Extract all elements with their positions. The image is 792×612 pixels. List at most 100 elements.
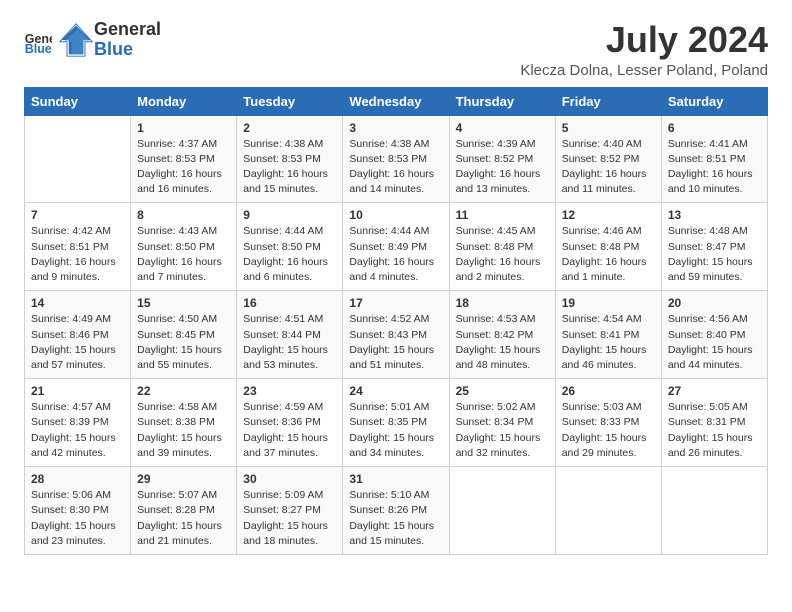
calendar-cell: 11 Sunrise: 4:45 AM Sunset: 8:48 PM Dayli…	[449, 203, 555, 291]
calendar-header: SundayMondayTuesdayWednesdayThursdayFrid…	[25, 87, 768, 115]
cell-info: Sunrise: 4:39 AM Sunset: 8:52 PM Dayligh…	[456, 137, 549, 198]
header-row: SundayMondayTuesdayWednesdayThursdayFrid…	[25, 87, 768, 115]
day-number: 4	[456, 121, 549, 135]
day-number: 31	[349, 472, 442, 486]
day-number: 8	[137, 208, 230, 222]
week-row-2: 14Sunrise: 4:49 AM Sunset: 8:46 PM Dayli…	[25, 291, 768, 379]
week-row-3: 21 Sunrise: 4:57 AM Sunset: 8:39 PM Dayli…	[25, 379, 768, 467]
calendar-cell: 31 Sunrise: 5:10 AM Sunset: 8:26 PM Dayli…	[343, 467, 449, 555]
calendar-cell: 21 Sunrise: 4:57 AM Sunset: 8:39 PM Dayli…	[25, 379, 131, 467]
calendar-body: 1 Sunrise: 4:37 AM Sunset: 8:53 PM Daylig…	[25, 115, 768, 554]
cell-info: Sunrise: 4:41 AM Sunset: 8:51 PM Dayligh…	[668, 137, 761, 198]
cell-info: Sunrise: 4:44 AM Sunset: 8:50 PM Dayligh…	[243, 224, 336, 285]
calendar-cell: 6Sunrise: 4:41 AM Sunset: 8:51 PM Daylig…	[661, 115, 767, 203]
cell-info: Sunrise: 5:06 AM Sunset: 8:30 PM Dayligh…	[31, 488, 124, 549]
calendar-table: SundayMondayTuesdayWednesdayThursdayFrid…	[24, 87, 768, 555]
calendar-cell: 2Sunrise: 4:38 AM Sunset: 8:53 PM Daylig…	[237, 115, 343, 203]
day-number: 29	[137, 472, 230, 486]
calendar-cell: 12 Sunrise: 4:46 AM Sunset: 8:48 PM Dayli…	[555, 203, 661, 291]
calendar-cell: 19Sunrise: 4:54 AM Sunset: 8:41 PM Dayli…	[555, 291, 661, 379]
day-number: 15	[137, 296, 230, 310]
day-number: 20	[668, 296, 761, 310]
header: General Blue General Blue July 2024 Klec…	[24, 20, 768, 79]
calendar-cell: 18 Sunrise: 4:53 AM Sunset: 8:42 PM Dayli…	[449, 291, 555, 379]
day-number: 16	[243, 296, 336, 310]
calendar-cell: 20 Sunrise: 4:56 AM Sunset: 8:40 PM Dayli…	[661, 291, 767, 379]
day-number: 1	[137, 121, 230, 135]
calendar-cell: 3 Sunrise: 4:38 AM Sunset: 8:53 PM Daylig…	[343, 115, 449, 203]
cell-info: Sunrise: 4:46 AM Sunset: 8:48 PM Dayligh…	[562, 224, 655, 285]
day-number: 5	[562, 121, 655, 135]
calendar-cell: 25Sunrise: 5:02 AM Sunset: 8:34 PM Dayli…	[449, 379, 555, 467]
calendar-cell: 8 Sunrise: 4:43 AM Sunset: 8:50 PM Daylig…	[131, 203, 237, 291]
calendar-cell: 23 Sunrise: 4:59 AM Sunset: 8:36 PM Dayli…	[237, 379, 343, 467]
calendar-cell	[661, 467, 767, 555]
calendar-cell: 7 Sunrise: 4:42 AM Sunset: 8:51 PM Daylig…	[25, 203, 131, 291]
header-day-sunday: Sunday	[25, 87, 131, 115]
cell-info: Sunrise: 4:44 AM Sunset: 8:49 PM Dayligh…	[349, 224, 442, 285]
logo-shape	[58, 22, 94, 58]
day-number: 24	[349, 384, 442, 398]
cell-info: Sunrise: 5:03 AM Sunset: 8:33 PM Dayligh…	[562, 400, 655, 461]
calendar-cell: 13Sunrise: 4:48 AM Sunset: 8:47 PM Dayli…	[661, 203, 767, 291]
logo-text-blue: Blue	[94, 39, 133, 59]
cell-info: Sunrise: 4:43 AM Sunset: 8:50 PM Dayligh…	[137, 224, 230, 285]
cell-info: Sunrise: 5:10 AM Sunset: 8:26 PM Dayligh…	[349, 488, 442, 549]
logo-icon: General Blue	[24, 26, 52, 54]
calendar-cell: 29Sunrise: 5:07 AM Sunset: 8:28 PM Dayli…	[131, 467, 237, 555]
cell-info: Sunrise: 4:50 AM Sunset: 8:45 PM Dayligh…	[137, 312, 230, 373]
day-number: 28	[31, 472, 124, 486]
day-number: 11	[456, 208, 549, 222]
calendar-cell: 5 Sunrise: 4:40 AM Sunset: 8:52 PM Daylig…	[555, 115, 661, 203]
cell-info: Sunrise: 4:37 AM Sunset: 8:53 PM Dayligh…	[137, 137, 230, 198]
day-number: 23	[243, 384, 336, 398]
cell-info: Sunrise: 4:38 AM Sunset: 8:53 PM Dayligh…	[243, 137, 336, 198]
day-number: 18	[456, 296, 549, 310]
week-row-1: 7 Sunrise: 4:42 AM Sunset: 8:51 PM Daylig…	[25, 203, 768, 291]
cell-info: Sunrise: 4:58 AM Sunset: 8:38 PM Dayligh…	[137, 400, 230, 461]
calendar-cell: 22 Sunrise: 4:58 AM Sunset: 8:38 PM Dayli…	[131, 379, 237, 467]
calendar-cell: 10Sunrise: 4:44 AM Sunset: 8:49 PM Dayli…	[343, 203, 449, 291]
day-number: 21	[31, 384, 124, 398]
day-number: 7	[31, 208, 124, 222]
cell-info: Sunrise: 4:53 AM Sunset: 8:42 PM Dayligh…	[456, 312, 549, 373]
calendar-cell: 28 Sunrise: 5:06 AM Sunset: 8:30 PM Dayli…	[25, 467, 131, 555]
logo: General Blue General Blue	[24, 20, 161, 60]
day-number: 9	[243, 208, 336, 222]
cell-info: Sunrise: 4:45 AM Sunset: 8:48 PM Dayligh…	[456, 224, 549, 285]
day-number: 22	[137, 384, 230, 398]
cell-info: Sunrise: 5:01 AM Sunset: 8:35 PM Dayligh…	[349, 400, 442, 461]
calendar-cell: 26 Sunrise: 5:03 AM Sunset: 8:33 PM Dayli…	[555, 379, 661, 467]
day-number: 25	[456, 384, 549, 398]
calendar-cell	[555, 467, 661, 555]
cell-info: Sunrise: 5:05 AM Sunset: 8:31 PM Dayligh…	[668, 400, 761, 461]
week-row-0: 1 Sunrise: 4:37 AM Sunset: 8:53 PM Daylig…	[25, 115, 768, 203]
calendar-cell: 27Sunrise: 5:05 AM Sunset: 8:31 PM Dayli…	[661, 379, 767, 467]
title-area: July 2024 Klecza Dolna, Lesser Poland, P…	[520, 20, 768, 79]
header-day-monday: Monday	[131, 87, 237, 115]
cell-info: Sunrise: 4:38 AM Sunset: 8:53 PM Dayligh…	[349, 137, 442, 198]
calendar-cell: 4 Sunrise: 4:39 AM Sunset: 8:52 PM Daylig…	[449, 115, 555, 203]
calendar-cell: 15 Sunrise: 4:50 AM Sunset: 8:45 PM Dayli…	[131, 291, 237, 379]
cell-info: Sunrise: 4:57 AM Sunset: 8:39 PM Dayligh…	[31, 400, 124, 461]
day-number: 13	[668, 208, 761, 222]
day-number: 3	[349, 121, 442, 135]
day-number: 14	[31, 296, 124, 310]
cell-info: Sunrise: 4:59 AM Sunset: 8:36 PM Dayligh…	[243, 400, 336, 461]
week-row-4: 28 Sunrise: 5:06 AM Sunset: 8:30 PM Dayli…	[25, 467, 768, 555]
calendar-cell: 1 Sunrise: 4:37 AM Sunset: 8:53 PM Daylig…	[131, 115, 237, 203]
subtitle: Klecza Dolna, Lesser Poland, Poland	[520, 62, 768, 79]
calendar-cell	[449, 467, 555, 555]
cell-info: Sunrise: 5:09 AM Sunset: 8:27 PM Dayligh…	[243, 488, 336, 549]
cell-info: Sunrise: 4:42 AM Sunset: 8:51 PM Dayligh…	[31, 224, 124, 285]
cell-info: Sunrise: 4:56 AM Sunset: 8:40 PM Dayligh…	[668, 312, 761, 373]
header-day-saturday: Saturday	[661, 87, 767, 115]
calendar-cell: 17Sunrise: 4:52 AM Sunset: 8:43 PM Dayli…	[343, 291, 449, 379]
calendar-cell: 14Sunrise: 4:49 AM Sunset: 8:46 PM Dayli…	[25, 291, 131, 379]
svg-text:Blue: Blue	[25, 42, 52, 54]
day-number: 17	[349, 296, 442, 310]
day-number: 19	[562, 296, 655, 310]
cell-info: Sunrise: 4:40 AM Sunset: 8:52 PM Dayligh…	[562, 137, 655, 198]
day-number: 12	[562, 208, 655, 222]
day-number: 26	[562, 384, 655, 398]
